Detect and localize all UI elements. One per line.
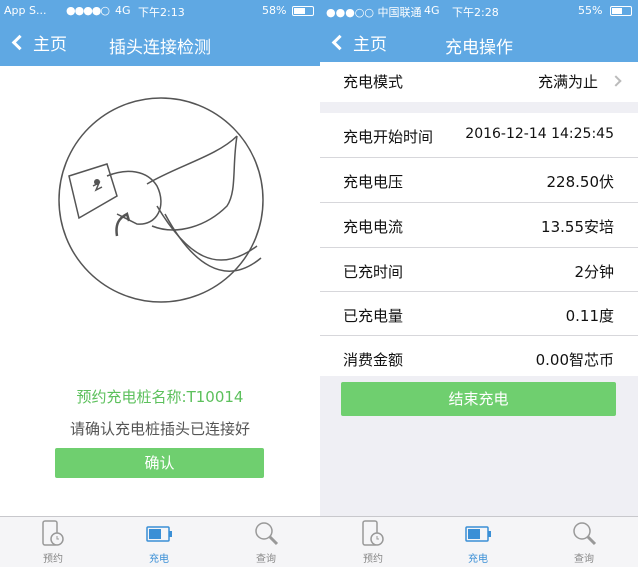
- tab-reserve[interactable]: 预约: [23, 519, 83, 565]
- plug-check-screen: App S... ●●●●○ 4G 下午2:13 58% 主页 插头连接检测 预…: [0, 0, 320, 567]
- status-battery: 55%: [578, 4, 603, 17]
- tab-label: 查询: [256, 554, 276, 565]
- tab-label: 查询: [574, 554, 594, 565]
- info-label: 已充电量: [343, 307, 404, 325]
- info-value: 2分钟: [574, 263, 614, 281]
- info-label: 充电开始时间: [343, 128, 434, 146]
- phone-clock-icon: [362, 520, 384, 546]
- info-value: 2016-12-14 14:25:45: [465, 126, 614, 142]
- tab-reserve[interactable]: 预约: [343, 519, 403, 565]
- confirm-prompt: 请确认充电桩插头已连接好: [69, 420, 250, 438]
- info-row: 已充时间 2分钟: [320, 248, 638, 292]
- tab-charge[interactable]: 充电: [129, 519, 189, 565]
- battery-icon: [292, 6, 314, 16]
- tab-label: 预约: [43, 554, 63, 565]
- charging-screen: ●●●○○ 中国联通 4G 下午2:28 55% 主页 充电操作 充电模式 充满…: [320, 0, 638, 567]
- info-label: 充电电流: [343, 218, 404, 236]
- status-carrier: App S...: [4, 4, 47, 17]
- tab-bar: 预约 充电 查询: [320, 516, 638, 567]
- status-time: 下午2:13: [138, 6, 185, 19]
- info-label: 已充时间: [343, 263, 404, 281]
- plug-in-illustration: [58, 97, 264, 303]
- tab-charge[interactable]: 充电: [448, 519, 508, 565]
- end-charging-button[interactable]: 结束充电: [341, 382, 616, 416]
- status-carrier: ●●●○○ 中国联通: [326, 6, 422, 19]
- signal-icon: ●●●●○: [66, 4, 110, 17]
- nav-bar: 主页 充电操作: [320, 22, 638, 66]
- info-value: 0.00智芯币: [535, 351, 614, 369]
- info-label: 充电电压: [343, 173, 404, 191]
- page-title: 插头连接检测: [109, 38, 211, 58]
- info-row: 充电开始时间 2016-12-14 14:25:45: [320, 113, 638, 157]
- charge-mode-label: 充电模式: [343, 73, 404, 91]
- info-value: 13.55安培: [541, 218, 614, 236]
- charge-mode-value: 充满为止: [537, 73, 598, 91]
- magnifier-icon: [573, 522, 597, 546]
- status-battery: 58%: [262, 4, 287, 17]
- tab-query[interactable]: 查询: [236, 519, 296, 565]
- battery-icon: [610, 6, 632, 16]
- tab-query[interactable]: 查询: [554, 519, 614, 565]
- tab-label: 充电: [468, 554, 488, 565]
- info-value: 0.11度: [565, 307, 614, 325]
- magnifier-icon: [255, 522, 279, 546]
- status-time: 下午2:28: [452, 6, 499, 19]
- battery-charge-icon: [146, 526, 172, 542]
- station-name: 预约充电桩名称:T10014: [76, 388, 244, 406]
- tab-bar: 预约 充电 查询: [0, 516, 320, 567]
- info-row: 消费金额 0.00智芯币: [320, 336, 638, 380]
- status-network: 4G: [424, 4, 440, 17]
- confirm-button[interactable]: 确认: [55, 448, 264, 478]
- chevron-right-icon: [610, 75, 622, 87]
- nav-bar: 主页 插头连接检测: [0, 22, 320, 66]
- info-row: 充电电压 228.50伏: [320, 158, 638, 202]
- info-label: 消费金额: [343, 351, 404, 369]
- status-network: 4G: [115, 4, 131, 17]
- info-row: 已充电量 0.11度: [320, 292, 638, 336]
- page-title: 充电操作: [445, 38, 513, 58]
- info-row: 充电电流 13.55安培: [320, 203, 638, 247]
- battery-charge-icon: [465, 526, 491, 542]
- status-bar: ●●●○○ 中国联通 4G 下午2:28 55%: [320, 0, 638, 22]
- info-value: 228.50伏: [546, 173, 615, 191]
- tab-label: 预约: [363, 554, 383, 565]
- charge-mode-row[interactable]: 充电模式 充满为止: [320, 62, 638, 102]
- phone-clock-icon: [42, 520, 64, 546]
- tab-label: 充电: [149, 554, 169, 565]
- status-bar: App S... ●●●●○ 4G 下午2:13 58%: [0, 0, 320, 22]
